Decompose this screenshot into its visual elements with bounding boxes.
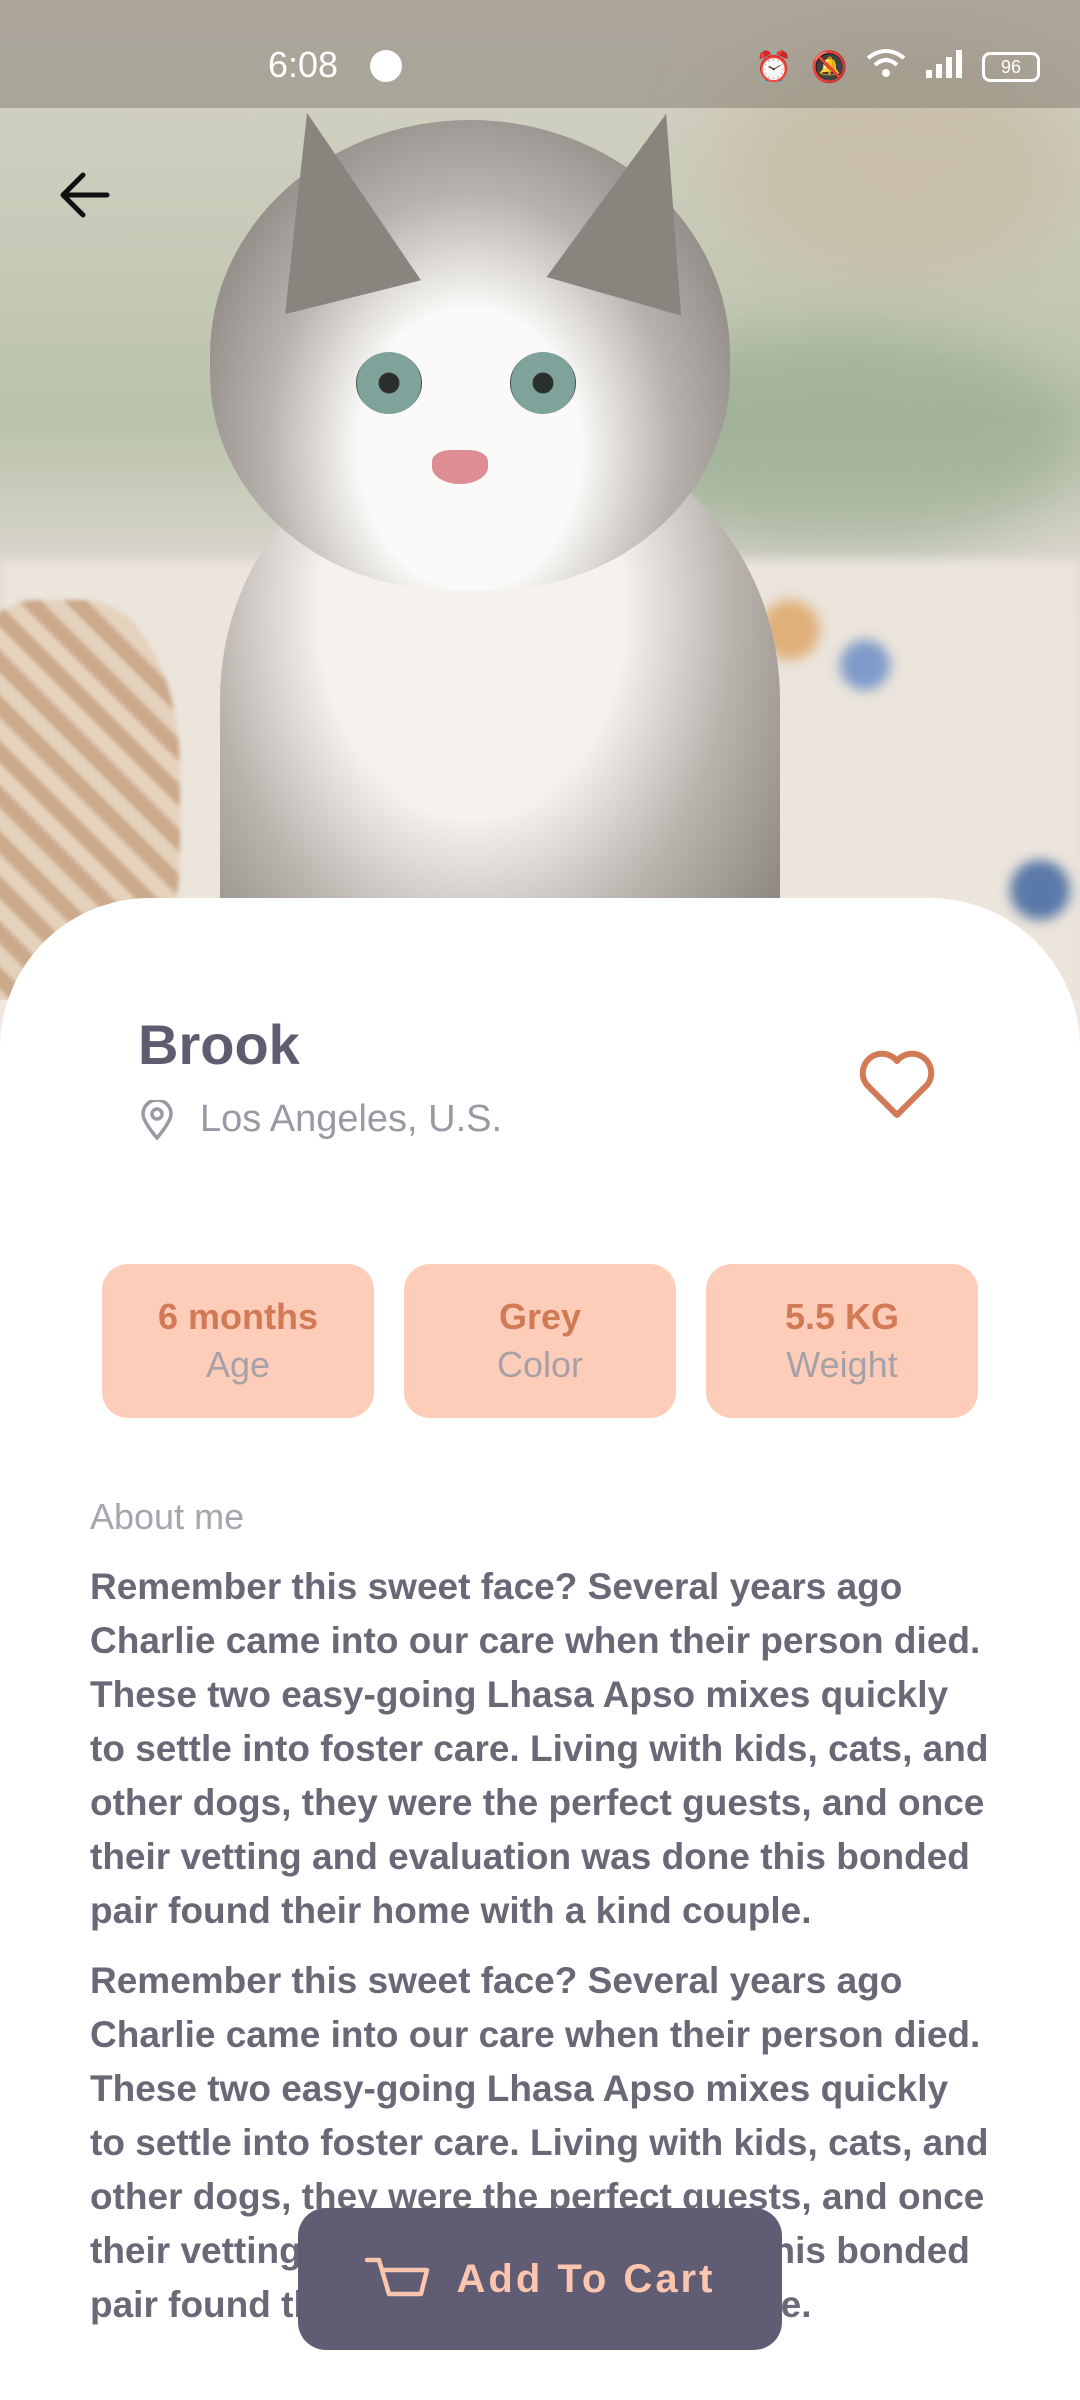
stat-label: Color <box>496 1344 584 1385</box>
stat-label: Age <box>205 1344 271 1385</box>
stat-value: 6 months <box>157 1296 318 1337</box>
alarm-icon: ⏰ <box>755 50 793 84</box>
stat-weight: 5.5 KG Weight <box>706 1264 978 1418</box>
pet-stats: 6 months Age Grey Color 5.5 KG Weight <box>102 1264 978 1418</box>
location-text: Los Angeles, U.S. <box>200 1098 503 1140</box>
signal-icon <box>924 48 964 86</box>
stat-age: 6 months Age <box>102 1264 374 1418</box>
favorite-button[interactable] <box>850 1038 944 1132</box>
stat-value: 5.5 KG <box>784 1296 900 1337</box>
stat-label: Weight <box>786 1344 898 1385</box>
about-title: About me <box>90 1496 245 1537</box>
status-time: 6:08 <box>268 44 339 85</box>
back-button[interactable] <box>50 160 120 230</box>
battery-icon: 96 <box>982 52 1040 82</box>
cart-icon <box>364 2257 429 2297</box>
pet-name: Brook <box>138 1013 300 1076</box>
pet-photo <box>0 0 1080 1000</box>
add-to-cart-button[interactable]: Add To Cart <box>298 2208 782 2350</box>
location-pin-icon <box>141 1099 173 1140</box>
pet-location: Los Angeles, U.S. <box>140 1098 502 1141</box>
wifi-icon <box>866 48 906 86</box>
heart-outline-icon <box>859 1050 935 1118</box>
stat-color: Grey Color <box>404 1264 676 1418</box>
arrow-left-icon <box>60 172 110 218</box>
app-notification-icon <box>370 50 402 82</box>
about-paragraph: Remember this sweet face? Several years … <box>90 1566 989 1931</box>
stat-value: Grey <box>498 1296 582 1337</box>
pet-details-card: Brook Los Angeles, U.S. 6 months Age Gre… <box>0 898 1080 2400</box>
add-to-cart-label: Add To Cart <box>456 2256 716 2301</box>
status-icons: ⏰ 🔕 96 <box>755 48 1040 86</box>
status-bar: 6:08 ⏰ 🔕 96 <box>0 0 1080 108</box>
mute-icon: 🔕 <box>810 50 848 84</box>
